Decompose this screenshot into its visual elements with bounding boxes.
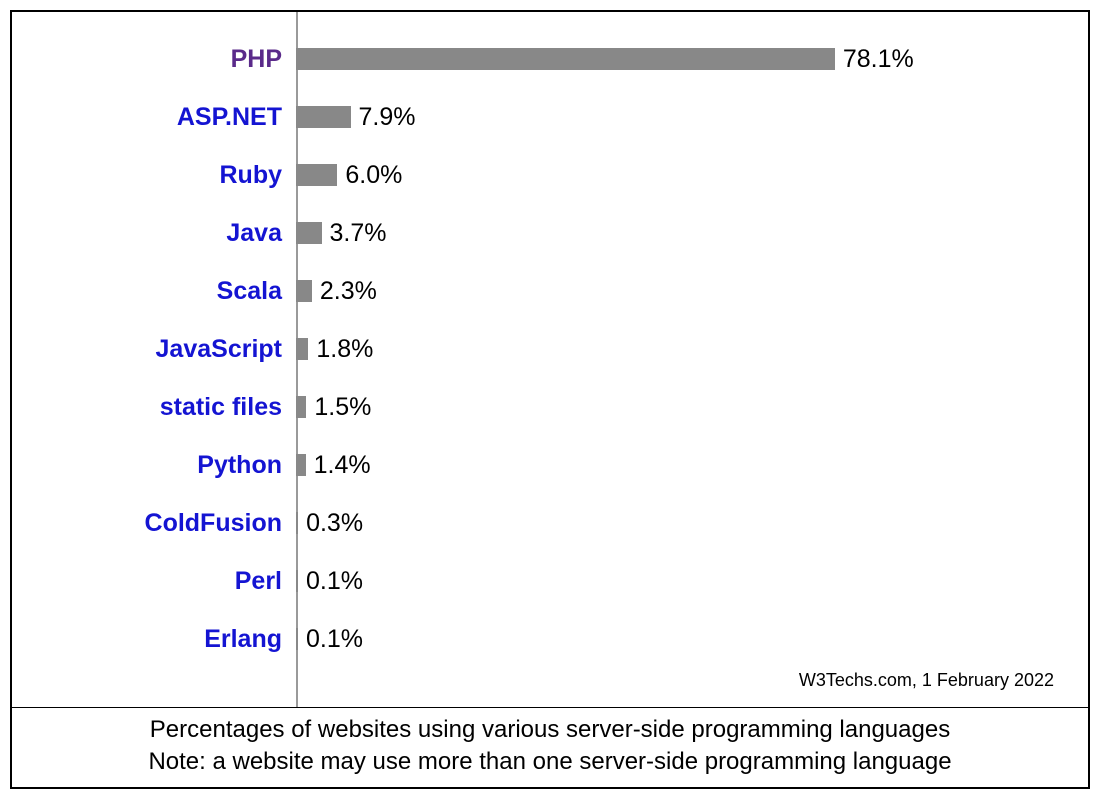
bar-cell: 0.3% bbox=[296, 494, 1068, 552]
category-label[interactable]: Scala bbox=[32, 277, 296, 306]
bar-cell: 0.1% bbox=[296, 610, 1068, 668]
caption-line: Note: a website may use more than one se… bbox=[22, 746, 1078, 778]
bar-cell: 0.1% bbox=[296, 552, 1068, 610]
category-label[interactable]: Java bbox=[32, 219, 296, 248]
bar-row: static files 1.5% bbox=[32, 378, 1068, 436]
chart-box: PHP 78.1% ASP.NET 7.9% Ruby 6.0% bbox=[10, 10, 1090, 789]
bar-cell: 1.4% bbox=[296, 436, 1068, 494]
chart-container: PHP 78.1% ASP.NET 7.9% Ruby 6.0% bbox=[0, 0, 1100, 791]
category-label[interactable]: Erlang bbox=[32, 625, 296, 654]
bar bbox=[296, 222, 322, 244]
value-label: 0.1% bbox=[298, 625, 363, 654]
bar-row: JavaScript 1.8% bbox=[32, 320, 1068, 378]
category-label[interactable]: JavaScript bbox=[32, 335, 296, 364]
bar-cell: 6.0% bbox=[296, 146, 1068, 204]
bar-cell: 2.3% bbox=[296, 262, 1068, 320]
bar-cell: 7.9% bbox=[296, 88, 1068, 146]
value-label: 1.8% bbox=[308, 335, 373, 364]
bar bbox=[296, 106, 351, 128]
bar-row: Java 3.7% bbox=[32, 204, 1068, 262]
chart-plot-area: PHP 78.1% ASP.NET 7.9% Ruby 6.0% bbox=[12, 12, 1088, 707]
bar-row: Scala 2.3% bbox=[32, 262, 1068, 320]
category-label[interactable]: ColdFusion bbox=[32, 509, 296, 538]
bar-cell: 1.8% bbox=[296, 320, 1068, 378]
bar bbox=[296, 396, 306, 418]
value-label: 1.4% bbox=[306, 451, 371, 480]
value-label: 1.5% bbox=[306, 393, 371, 422]
source-attribution: W3Techs.com, 1 February 2022 bbox=[32, 668, 1068, 697]
value-label: 6.0% bbox=[337, 161, 402, 190]
value-label: 3.7% bbox=[322, 219, 387, 248]
category-label[interactable]: PHP bbox=[32, 45, 296, 74]
bar-row: Erlang 0.1% bbox=[32, 610, 1068, 668]
bar-row: ColdFusion 0.3% bbox=[32, 494, 1068, 552]
bar bbox=[296, 164, 337, 186]
bar-row: ASP.NET 7.9% bbox=[32, 88, 1068, 146]
bar-cell: 1.5% bbox=[296, 378, 1068, 436]
bar-cell: 3.7% bbox=[296, 204, 1068, 262]
value-label: 7.9% bbox=[351, 103, 416, 132]
bar-row: Python 1.4% bbox=[32, 436, 1068, 494]
value-label: 78.1% bbox=[835, 45, 914, 74]
value-label: 0.1% bbox=[298, 567, 363, 596]
bar-row: Ruby 6.0% bbox=[32, 146, 1068, 204]
caption-line: Percentages of websites using various se… bbox=[22, 714, 1078, 746]
bar-row: Perl 0.1% bbox=[32, 552, 1068, 610]
bar bbox=[296, 280, 312, 302]
bar-cell: 78.1% bbox=[296, 30, 1068, 88]
category-label[interactable]: ASP.NET bbox=[32, 103, 296, 132]
category-label[interactable]: Ruby bbox=[32, 161, 296, 190]
bar bbox=[296, 48, 835, 70]
bar bbox=[296, 338, 308, 360]
category-label[interactable]: Perl bbox=[32, 567, 296, 596]
bar bbox=[296, 454, 306, 476]
category-label[interactable]: Python bbox=[32, 451, 296, 480]
value-label: 0.3% bbox=[298, 509, 363, 538]
category-label[interactable]: static files bbox=[32, 393, 296, 422]
bar-row: PHP 78.1% bbox=[32, 30, 1068, 88]
chart-caption: Percentages of websites using various se… bbox=[12, 707, 1088, 787]
value-label: 2.3% bbox=[312, 277, 377, 306]
